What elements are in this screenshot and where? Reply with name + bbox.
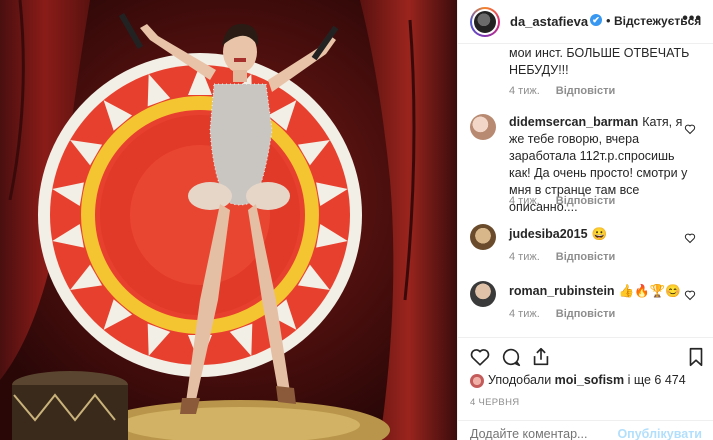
bookmark-icon[interactable] xyxy=(685,346,707,368)
publish-button[interactable]: Опублікувати xyxy=(617,427,702,440)
add-comment-bar: Опублікувати xyxy=(458,420,713,440)
likes-prefix: Уподобали xyxy=(488,373,552,387)
liker-username[interactable]: moi_sofism xyxy=(555,373,624,387)
likes-summary[interactable]: Уподобали moi_sofism і ще 6 474 xyxy=(470,373,686,389)
comment-text: 👍🔥🏆😊 xyxy=(618,284,681,298)
liker-avatar xyxy=(470,373,484,388)
reply-button[interactable]: Відповісти xyxy=(556,308,615,320)
verified-icon: ✔ xyxy=(590,14,602,26)
comment-text: мои инст. БОЛЬШЕ ОТВЕЧАТЬ НЕБУДУ!!! xyxy=(509,46,690,77)
comment-username[interactable]: judesiba2015 xyxy=(509,227,588,241)
likes-count[interactable]: і ще 6 474 xyxy=(628,373,686,387)
comment-age: 4 тиж. xyxy=(509,251,540,263)
like-comment-heart-icon[interactable] xyxy=(684,232,696,244)
post-modal: da_astafieva ✔ • Відстежується ••• мои и… xyxy=(0,0,713,440)
commenter-avatar[interactable] xyxy=(470,281,496,307)
more-icon[interactable]: ••• xyxy=(682,10,702,28)
comment-text: 😀 xyxy=(591,227,608,241)
comment-input[interactable] xyxy=(470,427,620,440)
comment-age: 4 тиж. xyxy=(509,195,540,207)
comment-icon[interactable] xyxy=(500,346,522,368)
reply-button[interactable]: Відповісти xyxy=(556,195,615,207)
comments-list[interactable]: мои инст. БОЛЬШЕ ОТВЕЧАТЬ НЕБУДУ!!! 4 ти… xyxy=(458,45,713,335)
commenter-avatar[interactable] xyxy=(470,114,496,140)
comment-age: 4 тиж. xyxy=(509,308,540,320)
share-icon[interactable] xyxy=(530,346,552,368)
commenter-avatar[interactable] xyxy=(470,224,496,250)
circus-performer-image xyxy=(0,0,457,440)
author-username[interactable]: da_astafieva xyxy=(510,14,588,29)
like-comment-heart-icon[interactable] xyxy=(684,123,696,135)
reply-button[interactable]: Відповісти xyxy=(556,251,615,263)
post-photo[interactable] xyxy=(0,0,457,440)
heart-icon[interactable] xyxy=(469,346,491,368)
post-actions xyxy=(458,337,713,377)
reply-button[interactable]: Відповісти xyxy=(556,85,615,97)
like-comment-heart-icon[interactable] xyxy=(684,289,696,301)
comment-username[interactable]: roman_rubinstein xyxy=(509,284,615,298)
post-header: da_astafieva ✔ • Відстежується ••• xyxy=(458,0,713,44)
comment-username[interactable]: didemsercan_barman xyxy=(509,115,638,129)
post-date: 4 ЧЕРВНЯ xyxy=(470,397,520,408)
author-avatar[interactable] xyxy=(470,7,500,37)
post-side-panel: da_astafieva ✔ • Відстежується ••• мои и… xyxy=(457,0,713,440)
comment-age: 4 тиж. xyxy=(509,85,540,97)
header-separator: • xyxy=(606,13,611,28)
